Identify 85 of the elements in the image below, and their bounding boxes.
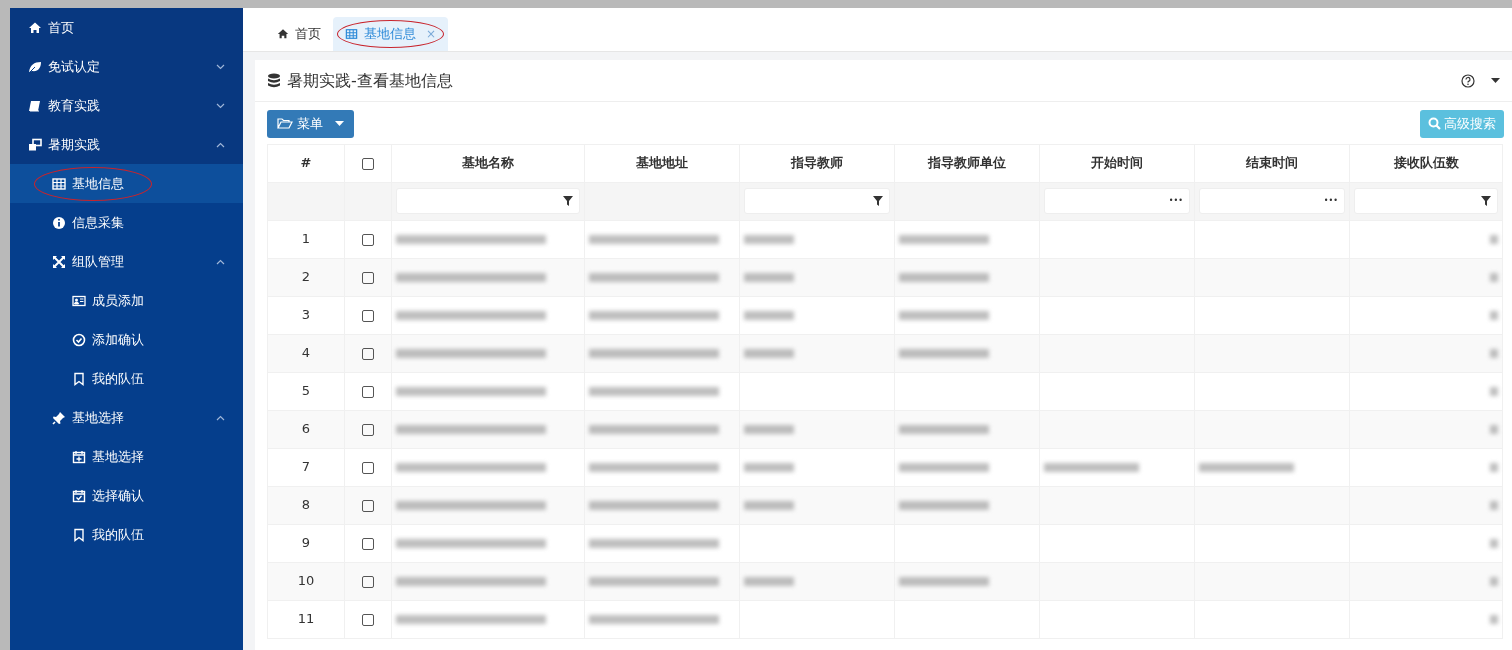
- row-checkbox[interactable]: [362, 385, 374, 398]
- calendar-plus-icon: [72, 449, 86, 464]
- row-number: 4: [301, 345, 311, 361]
- sidebar-item[interactable]: 添加确认: [10, 320, 243, 359]
- sidebar-item[interactable]: 成员添加: [10, 281, 243, 320]
- filter-field[interactable]: [396, 188, 580, 214]
- row-number: 3: [301, 307, 311, 323]
- row-checkbox[interactable]: [362, 309, 374, 322]
- sidebar-item[interactable]: 信息采集: [10, 203, 243, 242]
- row-number: 10: [297, 573, 315, 589]
- book-icon: [28, 98, 42, 113]
- chevron-up-icon: [216, 414, 225, 421]
- filter-field[interactable]: [1354, 188, 1498, 214]
- chevron-up-icon: [216, 141, 225, 148]
- sidebar-item[interactable]: 首页: [10, 8, 243, 47]
- filter-field[interactable]: [744, 188, 890, 214]
- database-icon: [267, 73, 281, 88]
- calendar-check-icon: [72, 488, 86, 503]
- column-header: 结束时间: [1194, 144, 1350, 182]
- menu-button[interactable]: 菜单: [267, 110, 354, 138]
- sidebar-item[interactable]: 免试认定: [10, 47, 243, 86]
- chevron-up-icon: [216, 258, 225, 265]
- row-number: 2: [301, 269, 311, 285]
- help-icon[interactable]: [1461, 73, 1475, 88]
- row-checkbox[interactable]: [362, 271, 374, 284]
- sidebar-item[interactable]: 教育实践: [10, 86, 243, 125]
- table-icon: [52, 176, 66, 191]
- windows-icon: [28, 137, 42, 152]
- row-checkbox[interactable]: [362, 233, 374, 246]
- row-checkbox[interactable]: [362, 613, 374, 626]
- sidebar-item[interactable]: 基地选择: [10, 437, 243, 476]
- chevron-down-icon: [216, 63, 225, 70]
- home-icon: [277, 28, 289, 40]
- home-icon: [28, 20, 42, 35]
- column-header: 开始时间: [1039, 144, 1195, 182]
- column-header: 基地地址: [584, 144, 740, 182]
- bookmark-icon: [72, 527, 86, 542]
- more-icon: •••: [1168, 195, 1183, 207]
- row-checkbox[interactable]: [362, 575, 374, 588]
- table-icon: [345, 28, 358, 40]
- sidebar-item[interactable]: 暑期实践: [10, 125, 243, 164]
- row-number: 5: [301, 383, 311, 399]
- check-circle-icon: [72, 332, 86, 347]
- id-card-icon: [72, 293, 86, 308]
- pin-icon: [52, 410, 66, 425]
- info-icon: [52, 215, 66, 230]
- row-checkbox[interactable]: [362, 499, 374, 512]
- sidebar-item[interactable]: 选择确认: [10, 476, 243, 515]
- tab[interactable]: 首页: [265, 17, 333, 51]
- chevron-down-icon: [216, 102, 225, 109]
- row-number: 8: [301, 497, 311, 513]
- column-header: 指导教师单位: [894, 144, 1040, 182]
- row-number: 1: [301, 231, 311, 247]
- column-header: 接收队伍数: [1349, 144, 1503, 182]
- sidebar-item[interactable]: 我的队伍: [10, 359, 243, 398]
- more-icon: •••: [1323, 195, 1338, 207]
- filter-icon: [873, 196, 883, 206]
- column-header: #: [267, 144, 345, 182]
- row-checkbox[interactable]: [362, 461, 374, 474]
- leaf-icon: [28, 59, 42, 74]
- sidebar-item[interactable]: 我的队伍: [10, 515, 243, 554]
- row-checkbox[interactable]: [362, 537, 374, 550]
- bookmark-icon: [72, 371, 86, 386]
- filter-icon: [563, 196, 573, 206]
- date-filter-field[interactable]: •••: [1199, 188, 1345, 214]
- sidebar-item[interactable]: 基地信息: [10, 164, 243, 203]
- filter-icon: [1481, 196, 1491, 206]
- column-header: 基地名称: [391, 144, 585, 182]
- search-icon: [1428, 117, 1441, 131]
- row-number: 9: [301, 535, 311, 551]
- caret-icon: [335, 120, 344, 127]
- caret-icon[interactable]: [1491, 77, 1500, 84]
- sidebar-item[interactable]: 基地选择: [10, 398, 243, 437]
- row-number: 6: [301, 421, 311, 437]
- folder-icon: [277, 117, 293, 131]
- select-all-checkbox[interactable]: [362, 157, 374, 170]
- column-header: 指导教师: [739, 144, 895, 182]
- row-checkbox[interactable]: [362, 423, 374, 436]
- expand-arrows-icon: [52, 254, 66, 269]
- row-checkbox[interactable]: [362, 347, 374, 360]
- sidebar-item[interactable]: 组队管理: [10, 242, 243, 281]
- panel-title: 暑期实践-查看基地信息: [287, 69, 453, 92]
- row-number: 7: [301, 459, 311, 475]
- date-filter-field[interactable]: •••: [1044, 188, 1190, 214]
- row-number: 11: [297, 611, 315, 627]
